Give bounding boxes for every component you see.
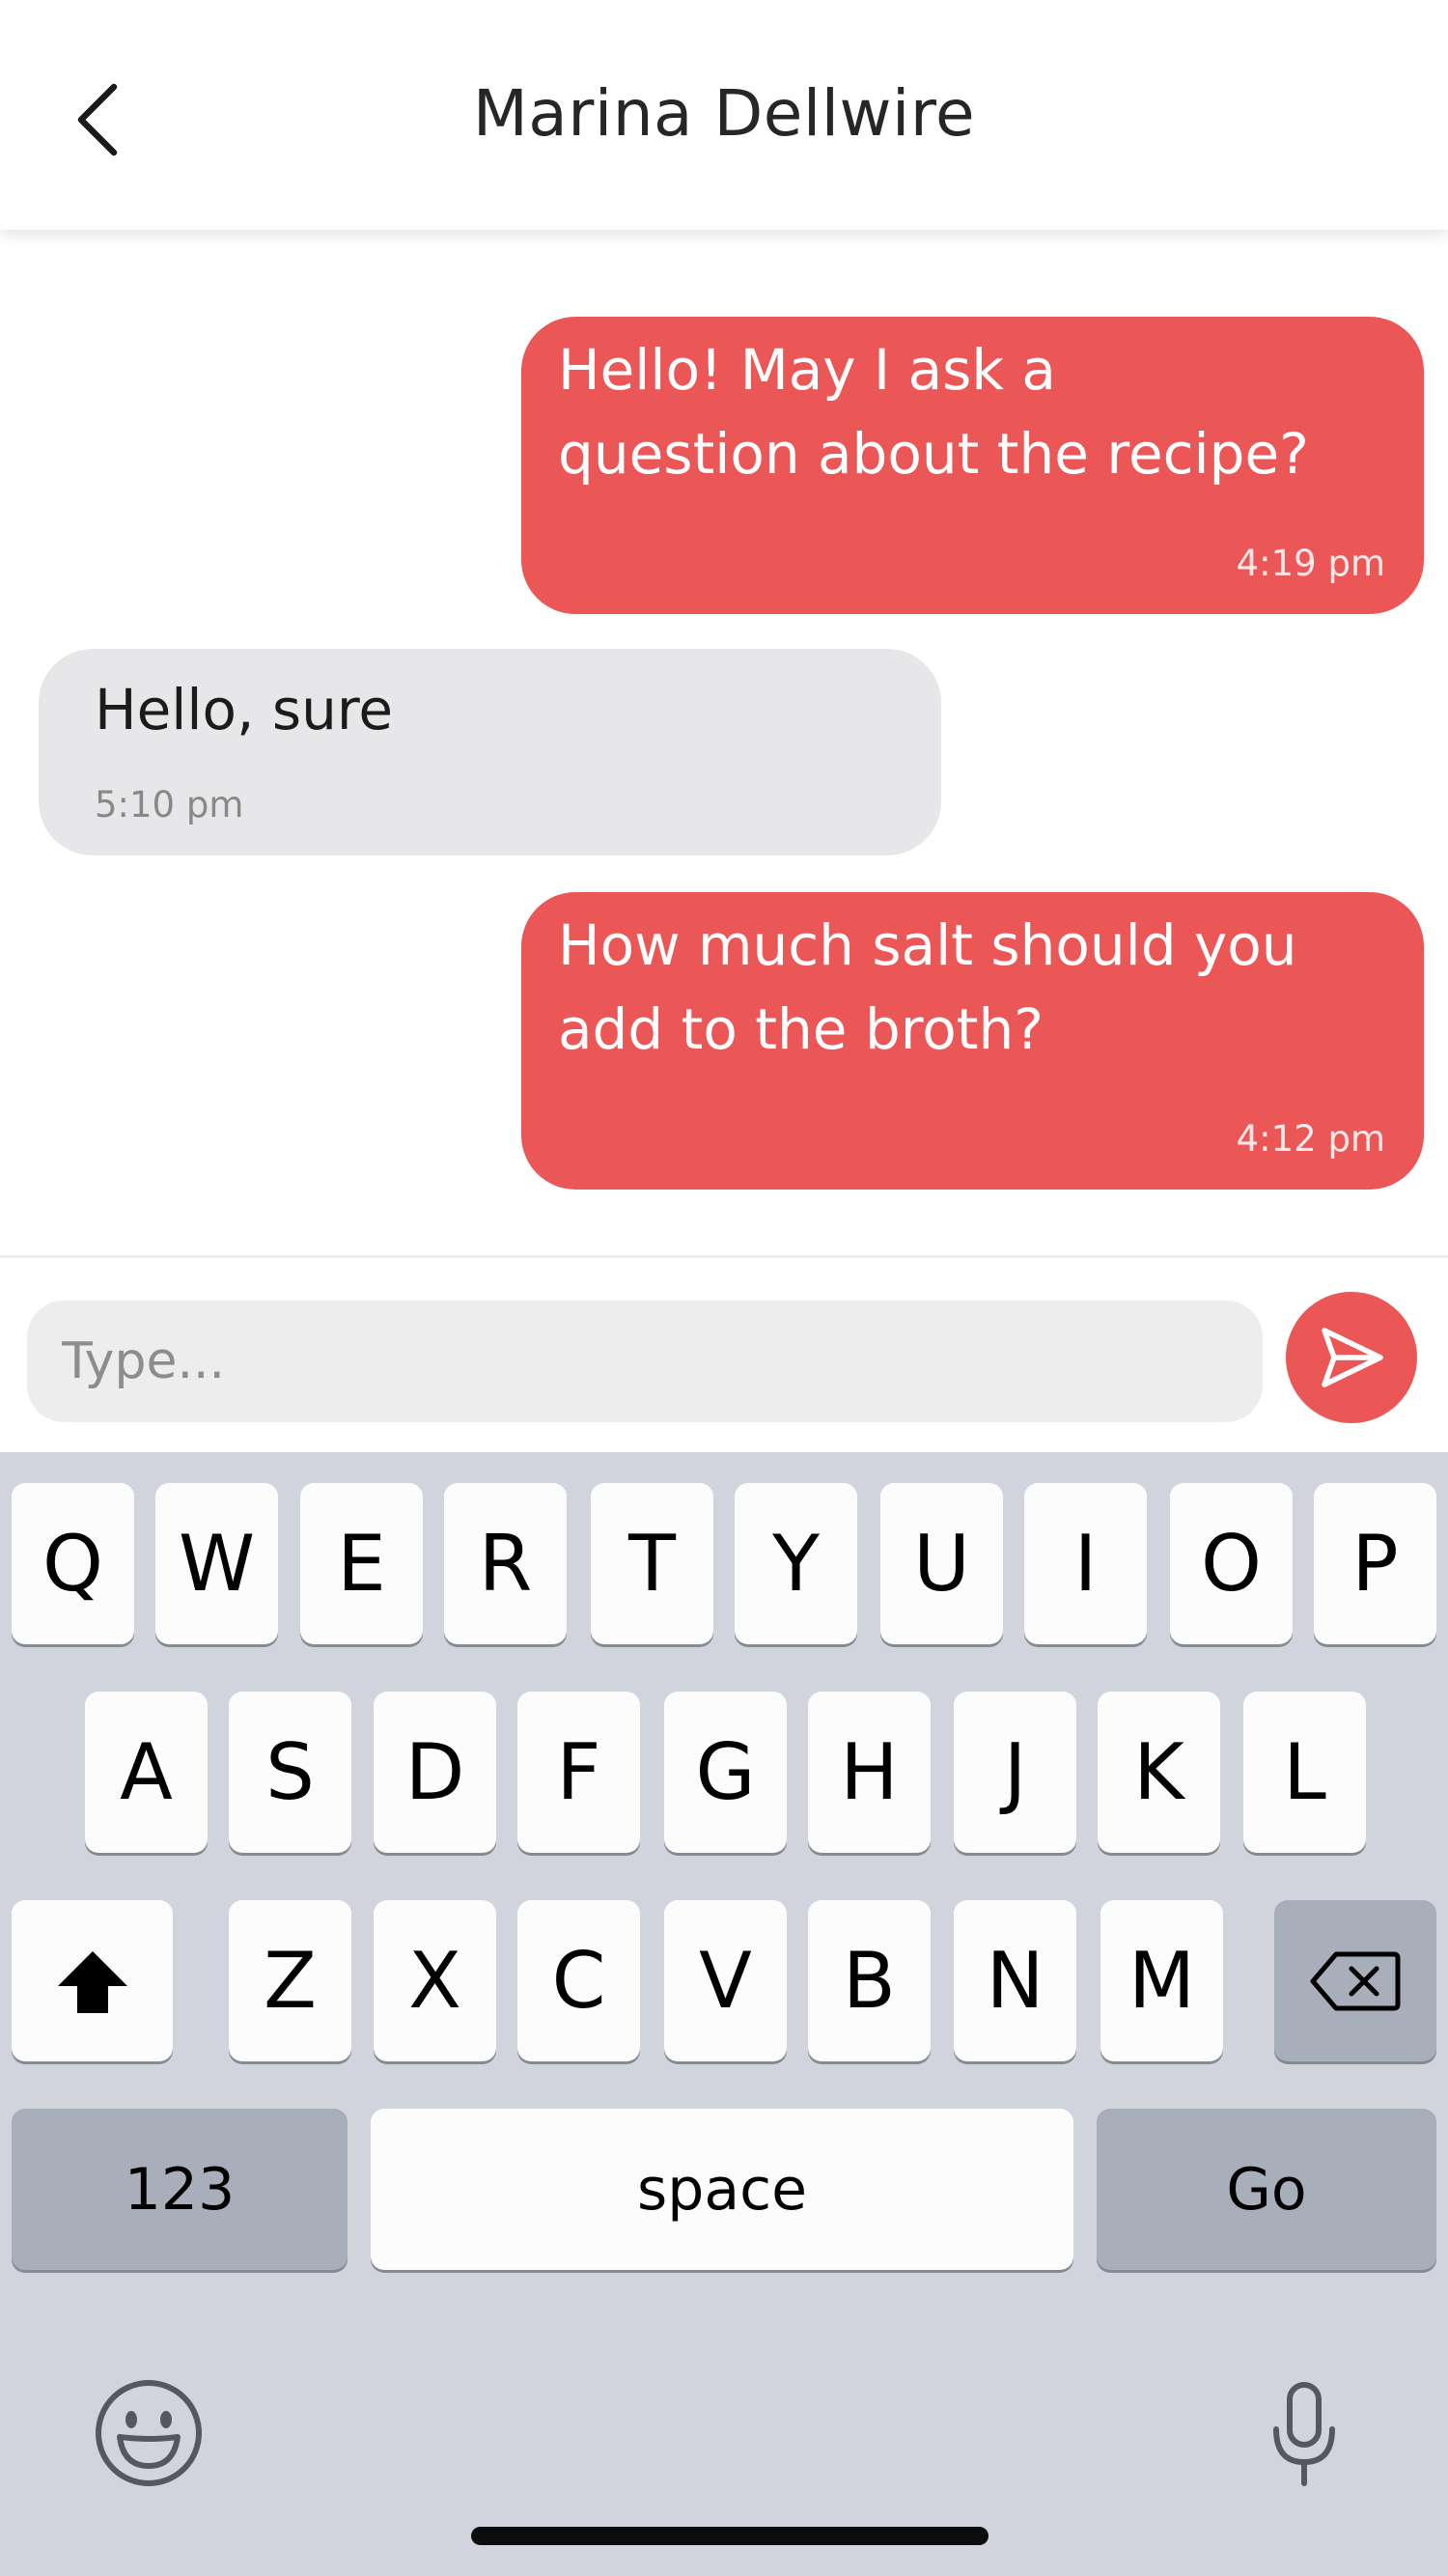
key-n[interactable]: N	[954, 1900, 1076, 2061]
message-line: Hello, sure	[95, 677, 394, 742]
message-bubble-outgoing[interactable]: Hello! May I ask a question about the re…	[521, 317, 1424, 614]
message-text: Hello, sure	[95, 668, 905, 752]
shift-icon	[57, 1950, 127, 2013]
key-p[interactable]: P	[1314, 1483, 1436, 1644]
key-l[interactable]: L	[1243, 1692, 1366, 1853]
go-key[interactable]: Go	[1097, 2109, 1436, 2270]
message-time: 4:19 pm	[1236, 543, 1385, 584]
key-g[interactable]: G	[664, 1692, 787, 1853]
key-z[interactable]: Z	[229, 1900, 351, 2061]
key-v[interactable]: V	[664, 1900, 787, 2061]
message-text: Hello! May I ask a question about the re…	[558, 328, 1387, 496]
key-e[interactable]: E	[300, 1483, 423, 1644]
message-line: How much salt should you	[558, 912, 1297, 978]
key-r[interactable]: R	[444, 1483, 567, 1644]
space-key[interactable]: space	[371, 2109, 1073, 2270]
dictation-button[interactable]	[1270, 2379, 1338, 2491]
message-line: Hello! May I ask a	[558, 337, 1056, 403]
microphone-icon	[1273, 2382, 1335, 2486]
message-line: add to the broth?	[558, 996, 1044, 1062]
key-a[interactable]: A	[85, 1692, 208, 1853]
key-y[interactable]: Y	[735, 1483, 857, 1644]
key-m[interactable]: M	[1100, 1900, 1223, 2061]
key-c[interactable]: C	[517, 1900, 640, 2061]
key-h[interactable]: H	[808, 1692, 931, 1853]
key-q[interactable]: Q	[12, 1483, 134, 1644]
message-time: 5:10 pm	[95, 784, 244, 826]
key-w[interactable]: W	[155, 1483, 278, 1644]
key-k[interactable]: K	[1098, 1692, 1220, 1853]
send-button[interactable]	[1286, 1292, 1417, 1423]
message-time: 4:12 pm	[1236, 1118, 1385, 1160]
send-icon	[1322, 1328, 1383, 1387]
message-input[interactable]	[27, 1301, 1263, 1422]
key-o[interactable]: O	[1170, 1483, 1293, 1644]
key-i[interactable]: I	[1024, 1483, 1147, 1644]
message-list[interactable]: Hello! May I ask a question about the re…	[0, 230, 1448, 1255]
key-t[interactable]: T	[591, 1483, 713, 1644]
key-j[interactable]: J	[954, 1692, 1076, 1853]
message-bubble-incoming[interactable]: Hello, sure 5:10 pm	[39, 649, 941, 855]
key-s[interactable]: S	[229, 1692, 351, 1853]
backspace-key[interactable]	[1274, 1900, 1436, 2061]
contact-name: Marina Dellwire	[472, 76, 976, 151]
emoji-button[interactable]	[93, 2377, 205, 2489]
key-f[interactable]: F	[517, 1692, 640, 1853]
key-x[interactable]: X	[374, 1900, 496, 2061]
backspace-icon	[1310, 1951, 1401, 2010]
chat-header: Marina Dellwire	[0, 0, 1448, 230]
message-composer	[0, 1255, 1448, 1452]
emoji-icon	[96, 2380, 202, 2486]
key-u[interactable]: U	[880, 1483, 1003, 1644]
message-text: How much salt should you add to the brot…	[558, 904, 1387, 1072]
message-line: question about the recipe?	[558, 421, 1309, 487]
shift-key[interactable]	[12, 1900, 173, 2061]
message-bubble-outgoing[interactable]: How much salt should you add to the brot…	[521, 892, 1424, 1190]
key-d[interactable]: D	[374, 1692, 496, 1853]
numbers-key[interactable]: 123	[12, 2109, 348, 2270]
key-b[interactable]: B	[808, 1900, 931, 2061]
keyboard: Q W E R T Y U I O P A S D F G H J K L Z …	[0, 1452, 1448, 2576]
home-indicator[interactable]	[471, 2527, 989, 2545]
